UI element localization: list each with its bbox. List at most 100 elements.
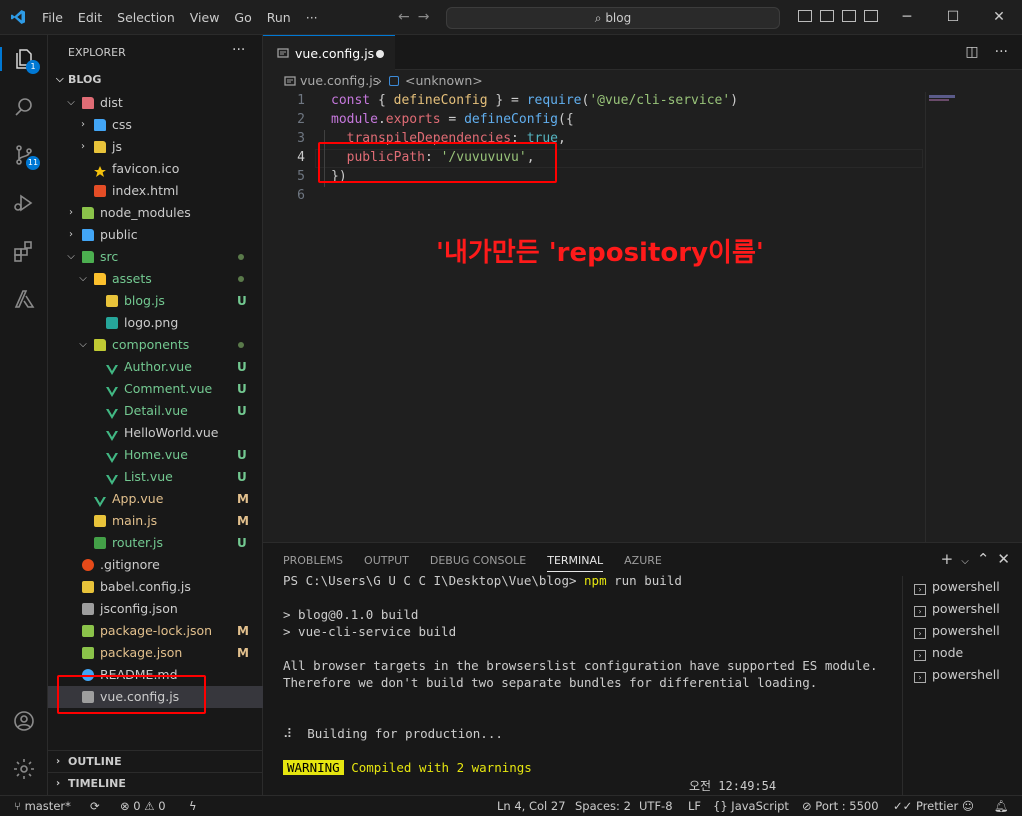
explorer-more-actions-icon[interactable]: ··· <box>232 42 245 58</box>
tree-file[interactable]: logo.png <box>48 312 263 334</box>
tree-folder[interactable]: ⌵ components <box>48 334 263 356</box>
tree-file[interactable]: .gitignore <box>48 554 263 576</box>
panel-tab-azure[interactable]: AZURE <box>624 554 662 572</box>
tab-vue-config[interactable]: vue.config.js <box>263 35 395 70</box>
tree-file[interactable]: babel.config.js <box>48 576 263 598</box>
panel-tab-output[interactable]: OUTPUT <box>364 554 409 572</box>
panel-tabs: PROBLEMS OUTPUT DEBUG CONSOLE TERMINAL AZURE <box>283 554 683 572</box>
problems-status[interactable]: ⊗ 0 ⚠ 0 <box>120 796 166 816</box>
menu-go[interactable]: Go <box>234 10 251 25</box>
encoding[interactable]: UTF-8 <box>639 796 673 816</box>
code-line: const { defineConfig } = require('@vue/c… <box>331 93 739 108</box>
terminal-icon: › <box>914 584 926 595</box>
tree-file[interactable]: HelloWorld.vue <box>48 422 263 444</box>
customize-layout-icon[interactable] <box>864 10 878 22</box>
indentation[interactable]: Spaces: 2 <box>575 796 631 816</box>
tree-file[interactable]: Home.vue U <box>48 444 263 466</box>
back-arrow-icon[interactable]: ← <box>398 9 410 25</box>
toggle-primary-sidebar-icon[interactable] <box>798 10 812 22</box>
tree-file[interactable]: App.vue M <box>48 488 263 510</box>
tree-file[interactable]: main.js M <box>48 510 263 532</box>
tree-file[interactable]: package.json M <box>48 642 263 664</box>
lightning-icon[interactable]: ϟ <box>189 796 197 816</box>
language-mode[interactable]: {} JavaScript <box>713 796 789 816</box>
azure-icon[interactable] <box>12 287 36 311</box>
split-editor-icon[interactable]: ◫ <box>965 44 978 60</box>
close-panel-icon[interactable]: ✕ <box>997 550 1010 568</box>
branch-status[interactable]: ⑂ master* <box>14 796 71 816</box>
tree-item-label: jsconfig.json <box>100 601 178 616</box>
tree-file[interactable]: jsconfig.json <box>48 598 263 620</box>
menu-view[interactable]: View <box>190 10 220 25</box>
folder-components-icon <box>94 339 106 351</box>
minimize-icon[interactable]: ─ <box>884 0 930 35</box>
tree-file[interactable]: package-lock.json M <box>48 620 263 642</box>
line-ending[interactable]: LF <box>688 796 701 816</box>
git-status-badge: U <box>237 448 247 462</box>
terminal-instance[interactable]: › powershell <box>914 664 1000 686</box>
manage-gear-icon[interactable] <box>12 757 36 781</box>
tree-file[interactable]: Detail.vue U <box>48 400 263 422</box>
terminal-dropdown-icon[interactable]: ⌵ <box>961 556 969 567</box>
unsaved-dot-icon[interactable] <box>376 50 384 58</box>
search-view-icon[interactable] <box>12 95 36 119</box>
menu-more[interactable]: ··· <box>306 10 318 25</box>
terminal-instance[interactable]: › powershell <box>914 576 1000 598</box>
maximize-icon[interactable]: ☐ <box>930 0 976 35</box>
prettier-status[interactable]: ✓✓ Prettier <box>893 796 958 816</box>
tree-file[interactable]: favicon.ico <box>48 158 263 180</box>
extensions-icon[interactable] <box>12 239 36 263</box>
live-server-port[interactable]: ⊘ Port : 5500 <box>802 796 879 816</box>
highlight-publicpath-box <box>318 142 557 183</box>
vue-file-icon <box>106 427 118 441</box>
warning-icon: ⚠ <box>144 799 155 813</box>
tree-file[interactable]: router.js U <box>48 532 263 554</box>
vscode-logo-icon[interactable] <box>10 9 26 25</box>
router-file-icon <box>94 537 106 549</box>
tree-folder[interactable]: ⌵ dist <box>48 92 263 114</box>
menu-edit[interactable]: Edit <box>78 10 102 25</box>
tree-folder[interactable]: › node_modules <box>48 202 263 224</box>
maximize-panel-icon[interactable]: ⌃ <box>977 550 990 568</box>
tree-folder[interactable]: › public <box>48 224 263 246</box>
terminal-instance[interactable]: › powershell <box>914 598 1000 620</box>
menu-run[interactable]: Run <box>267 10 291 25</box>
command-center-search[interactable]: ⌕ blog <box>446 7 780 29</box>
sync-icon[interactable]: ⟳ <box>90 796 100 816</box>
toggle-secondary-sidebar-icon[interactable] <box>842 10 856 22</box>
editor-more-icon[interactable]: ··· <box>995 44 1008 60</box>
chevron-down-icon: ⌵ <box>67 97 75 108</box>
breadcrumb-file[interactable]: vue.config.js <box>300 70 379 92</box>
terminal-instance[interactable]: › powershell <box>914 620 1000 642</box>
tree-folder[interactable]: ⌵ assets <box>48 268 263 290</box>
account-icon[interactable] <box>12 709 36 733</box>
close-icon[interactable]: ✕ <box>976 0 1022 35</box>
breadcrumb-symbol[interactable]: <unknown> <box>405 70 483 92</box>
new-terminal-icon[interactable]: + <box>941 550 954 568</box>
source-control-badge: 11 <box>26 156 40 170</box>
run-debug-icon[interactable] <box>12 191 36 215</box>
panel-tab-terminal[interactable]: TERMINAL <box>547 554 604 572</box>
tree-folder[interactable]: ⌵ src <box>48 246 263 268</box>
section-outline[interactable]: › OUTLINE <box>48 750 263 772</box>
menu-selection[interactable]: Selection <box>117 10 175 25</box>
menu-file[interactable]: File <box>42 10 63 25</box>
tree-file[interactable]: blog.js U <box>48 290 263 312</box>
forward-arrow-icon[interactable]: → <box>418 9 430 25</box>
tree-file[interactable]: index.html <box>48 180 263 202</box>
toggle-panel-icon[interactable] <box>820 10 834 22</box>
panel-tab-debug-console[interactable]: DEBUG CONSOLE <box>430 554 526 572</box>
notifications-bell-icon[interactable]: 🔔︎ <box>994 796 1009 816</box>
workspace-root[interactable]: ⌵ BLOG <box>48 69 263 91</box>
tree-file[interactable]: List.vue U <box>48 466 263 488</box>
tree-file[interactable]: Comment.vue U <box>48 378 263 400</box>
tree-folder[interactable]: › js <box>48 136 263 158</box>
tree-folder[interactable]: › css <box>48 114 263 136</box>
section-timeline[interactable]: › TIMELINE <box>48 772 263 794</box>
terminal-instance[interactable]: › node <box>914 642 963 664</box>
cursor-position[interactable]: Ln 4, Col 27 <box>497 796 566 816</box>
tree-item-label: List.vue <box>124 469 173 484</box>
tree-file[interactable]: Author.vue U <box>48 356 263 378</box>
panel-tab-problems[interactable]: PROBLEMS <box>283 554 343 572</box>
feedback-icon[interactable]: ☺ <box>962 796 974 816</box>
